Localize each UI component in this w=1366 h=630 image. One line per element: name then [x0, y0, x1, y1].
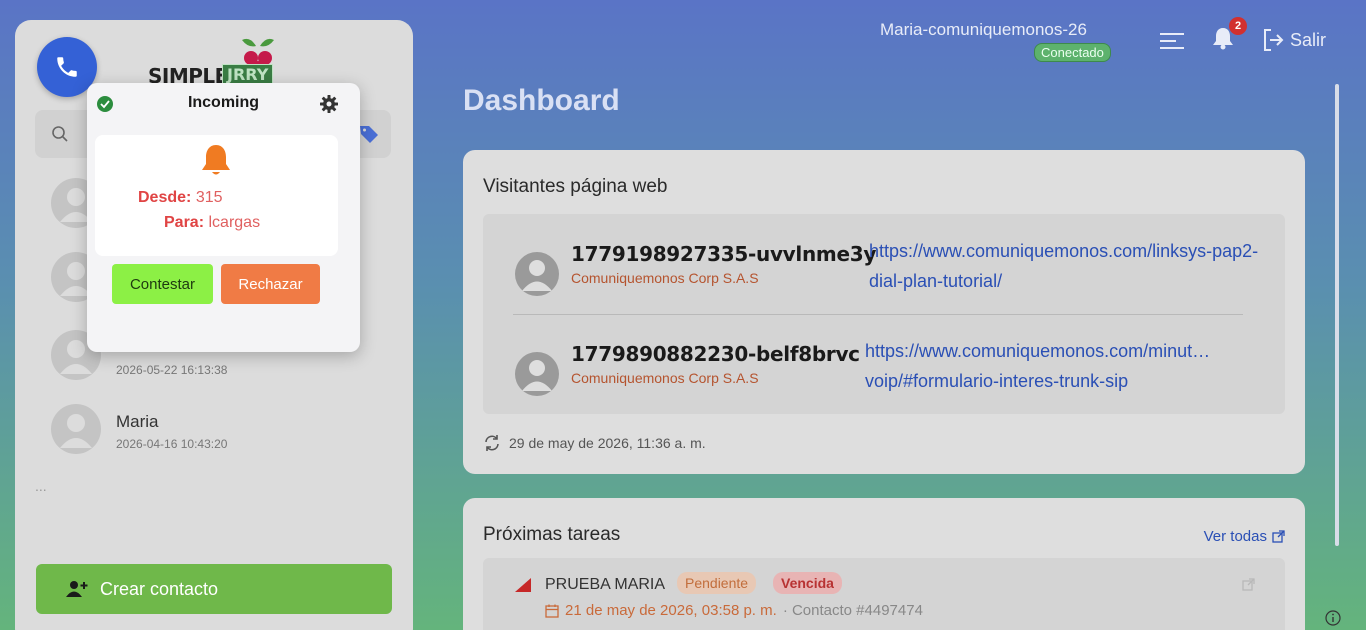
- incoming-call-popup: Incoming Desde: 315 Para: lcargas Contes: [87, 83, 360, 352]
- info-icon[interactable]: [1325, 610, 1341, 626]
- gear-icon[interactable]: [320, 95, 338, 113]
- task-date-text: 21 de may de 2026, 03:58 p. m.: [565, 602, 777, 619]
- calendar-icon: [545, 604, 559, 618]
- avatar: [515, 352, 559, 396]
- task-overdue-badge: Vencida: [773, 572, 842, 594]
- contact-name: Maria: [116, 412, 159, 431]
- avatar: [51, 404, 101, 454]
- visitor-id: 1779198927335-uvvlnme3y: [571, 242, 877, 266]
- from-label: Desde:: [138, 189, 192, 206]
- visitors-card-title: Visitantes página web: [483, 176, 668, 197]
- phone-icon: [57, 57, 77, 77]
- logout-icon: [1264, 29, 1284, 51]
- refresh-icon[interactable]: [483, 434, 501, 452]
- task-contact: · Contacto #4497474: [782, 602, 923, 619]
- last-updated: 29 de may de 2026, 11:36 a. m.: [483, 434, 706, 452]
- tag-icon[interactable]: [357, 122, 381, 146]
- user-name: Maria-comuniquemonos-26: [880, 20, 1087, 39]
- to-label: Para:: [164, 214, 205, 231]
- visitor-item[interactable]: 1779198927335-uvvlnme3y Comuniquemonos C…: [515, 236, 1265, 316]
- see-all-tasks-link[interactable]: Ver todas: [1204, 528, 1285, 545]
- tasks-card-title: Próximas tareas: [483, 524, 621, 545]
- contact-item[interactable]: Maria 2026-04-16 10:43:20: [51, 404, 381, 460]
- add-user-icon: [66, 581, 88, 597]
- avatar: [515, 252, 559, 296]
- visitors-card: Visitantes página web 1779198927335-uvvl…: [463, 150, 1305, 474]
- ringing-bell-icon: [202, 145, 230, 175]
- visitor-company: Comuniquemonos Corp S.A.S: [571, 370, 759, 386]
- divider: [513, 314, 1243, 315]
- visitor-url-link[interactable]: https://www.comuniquemonos.com/minut… vo…: [865, 336, 1265, 396]
- task-date: 21 de may de 2026, 03:58 p. m. · Contact…: [545, 602, 923, 619]
- more-contacts: ...: [35, 478, 47, 494]
- caller-from: Desde: 315: [138, 189, 223, 207]
- last-updated-text: 29 de may de 2026, 11:36 a. m.: [509, 435, 706, 451]
- reject-call-button[interactable]: Rechazar: [221, 264, 320, 304]
- logo-accent: JRRY: [222, 64, 274, 85]
- external-link-icon[interactable]: [1242, 578, 1255, 591]
- create-contact-label: Crear contacto: [100, 578, 219, 599]
- task-name: PRUEBA MARIA: [545, 576, 666, 593]
- task-item[interactable]: PRUEBA MARIA Pendiente Vencida 21 de may…: [483, 558, 1285, 630]
- visitor-item[interactable]: 1779890882230-belf8brvc Comuniquemonos C…: [515, 336, 1265, 416]
- notification-count-badge: 2: [1229, 17, 1247, 35]
- see-all-label: Ver todas: [1203, 528, 1267, 545]
- tasks-card: Próximas tareas Ver todas PRUEBA MARIA P…: [463, 498, 1305, 630]
- priority-high-icon: [515, 578, 531, 592]
- answer-call-button[interactable]: Contestar: [112, 264, 213, 304]
- to-value: lcargas: [208, 214, 261, 231]
- contact-time: 2026-05-22 16:13:38: [116, 363, 228, 377]
- call-details: Desde: 315 Para: lcargas: [95, 135, 338, 256]
- task-status-badge: Pendiente: [677, 572, 757, 594]
- logout-label: Salir: [1290, 29, 1327, 50]
- menu-icon[interactable]: [1160, 32, 1184, 50]
- connection-status-badge: Conectado: [1034, 43, 1111, 62]
- external-link-icon: [1272, 530, 1285, 543]
- create-contact-button[interactable]: Crear contacto: [36, 564, 392, 614]
- scrollbar[interactable]: [1335, 84, 1339, 546]
- page-title: Dashboard: [463, 84, 620, 117]
- visitor-id: 1779890882230-belf8brvc: [571, 342, 860, 366]
- visitor-url-link[interactable]: https://www.comuniquemonos.com/linksys-p…: [869, 236, 1269, 296]
- contact-time: 2026-04-16 10:43:20: [116, 437, 228, 451]
- search-icon: [52, 126, 68, 142]
- caller-to: Para: lcargas: [164, 214, 260, 232]
- visitor-company: Comuniquemonos Corp S.A.S: [571, 270, 759, 286]
- from-value: 315: [195, 189, 223, 206]
- logout-button[interactable]: Salir: [1262, 28, 1326, 52]
